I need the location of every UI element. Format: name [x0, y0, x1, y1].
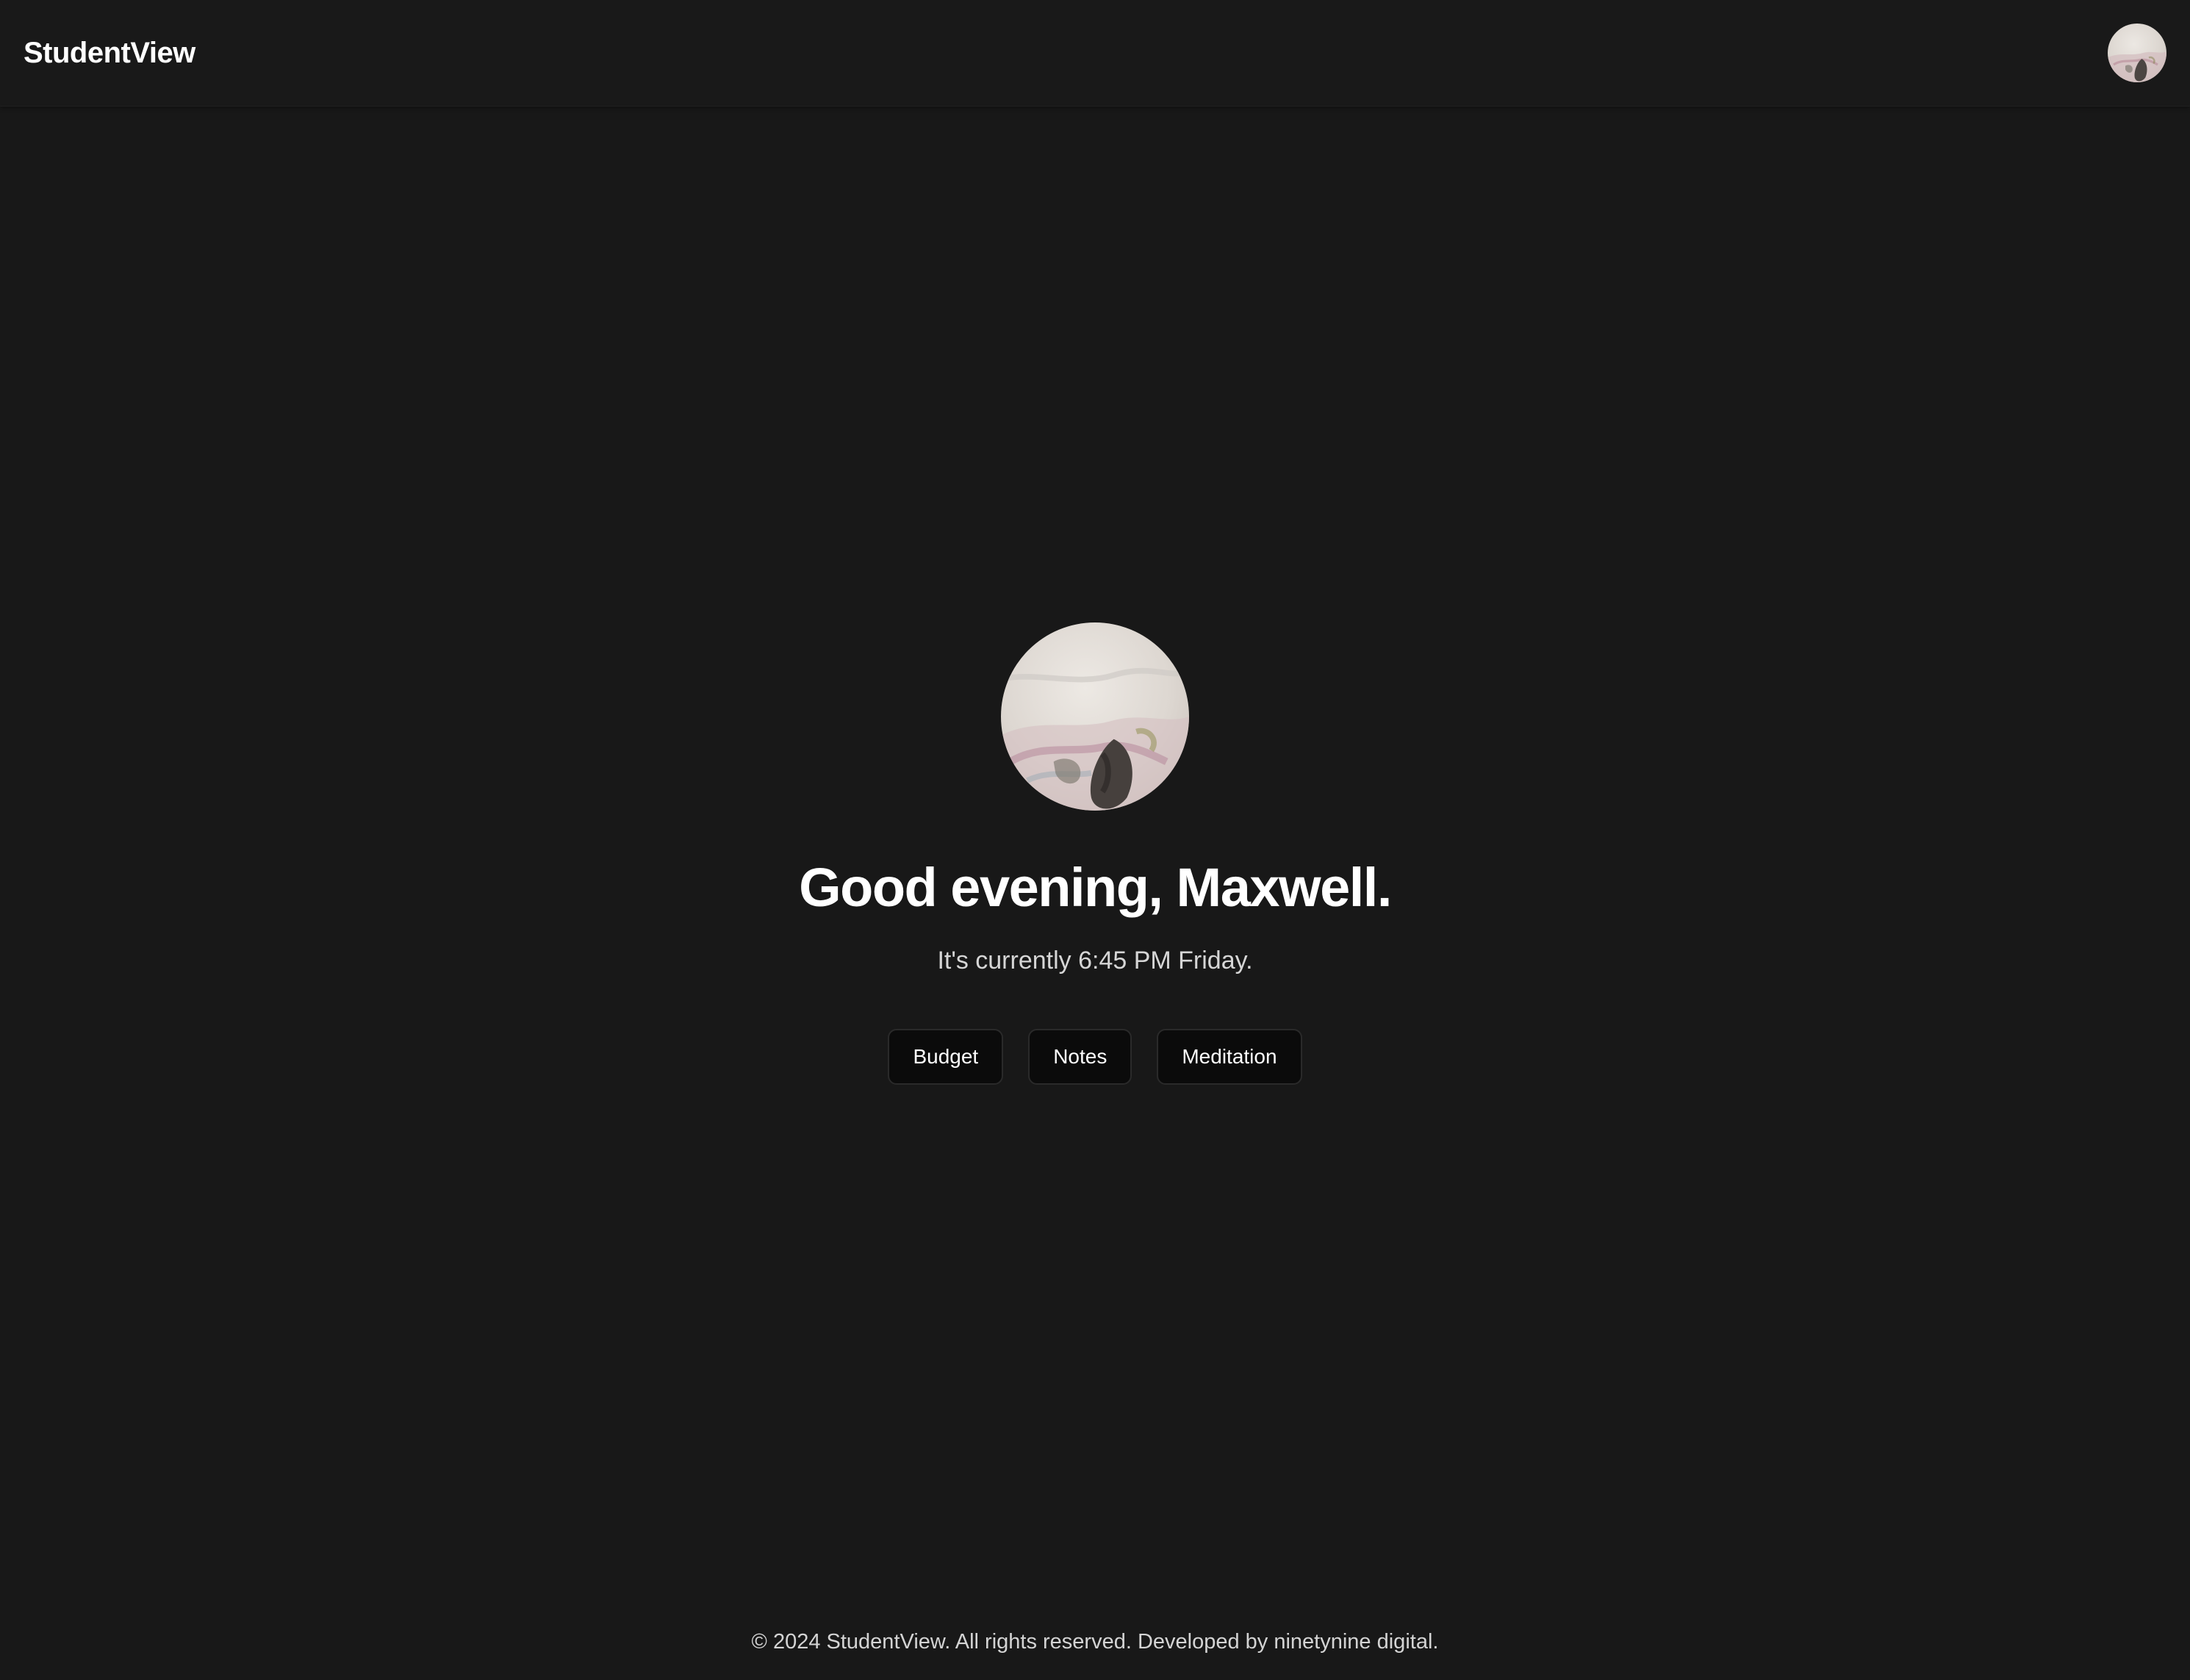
notes-button[interactable]: Notes [1028, 1029, 1132, 1085]
greeting-heading: Good evening, Maxwell. [799, 857, 1392, 918]
hero-avatar [1001, 622, 1189, 811]
user-avatar-icon [1001, 622, 1189, 811]
user-avatar-icon [2108, 24, 2166, 82]
profile-avatar-button[interactable] [2108, 24, 2166, 82]
footer-copyright: © 2024 StudentView. All rights reserved.… [751, 1630, 1439, 1654]
quick-actions: Budget Notes Meditation [0, 1029, 2190, 1086]
brand-logo-text[interactable]: StudentView [24, 31, 195, 75]
top-navigation-bar: StudentView [0, 0, 2190, 107]
meditation-button[interactable]: Meditation [1157, 1029, 1302, 1085]
page: StudentView Good evening, Maxwell. It's … [0, 0, 2190, 1680]
budget-button[interactable]: Budget [888, 1029, 1004, 1085]
current-time-text: It's currently 6:45 PM Friday. [937, 947, 1253, 974]
